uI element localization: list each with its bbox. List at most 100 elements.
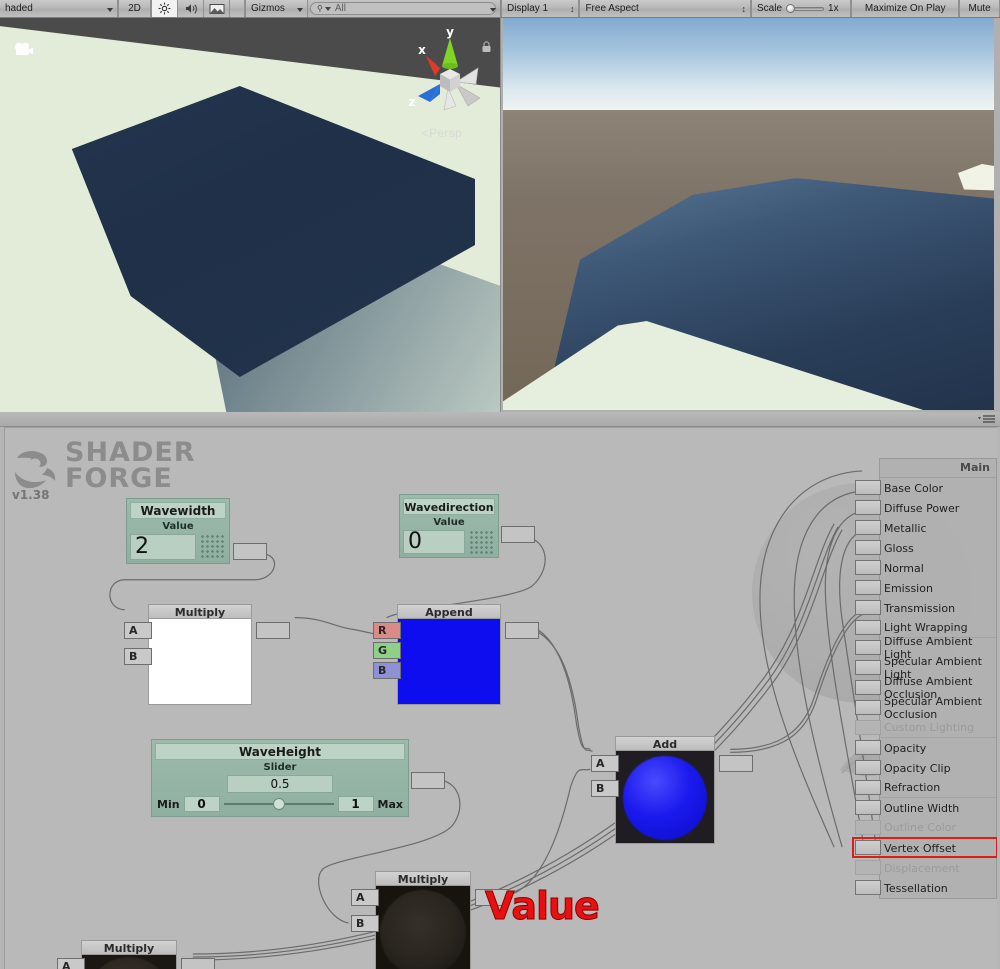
gizmos-dropdown[interactable]: Gizmos <box>246 0 308 17</box>
multiply-bottom-input-a[interactable]: A <box>57 958 85 969</box>
scale-slider-track[interactable] <box>794 6 825 11</box>
waveheight-min-field[interactable]: 0 <box>183 796 220 812</box>
waveheight-max-field[interactable]: 1 <box>337 796 374 812</box>
mute-audio-toggle[interactable]: Mute <box>960 0 1000 17</box>
wavedirection-drag-grid[interactable] <box>469 530 495 554</box>
display-dropdown[interactable]: Display 1 <box>501 0 580 17</box>
multiply-white-input-a[interactable]: A <box>124 622 152 639</box>
input-socket[interactable] <box>855 660 881 675</box>
main-row-vertex-offset[interactable]: Vertex Offset <box>852 837 997 858</box>
input-socket[interactable] <box>855 860 881 875</box>
input-socket[interactable] <box>855 720 881 735</box>
node-waveheight[interactable]: WaveHeight Slider 0.5 Min 0 1 Max <box>151 739 409 817</box>
main-row-outline-width[interactable]: Outline Width <box>855 798 996 818</box>
image-icon[interactable] <box>204 0 230 17</box>
input-socket[interactable] <box>855 540 881 555</box>
main-row-gloss[interactable]: Gloss <box>855 538 996 558</box>
main-row-normal[interactable]: Normal <box>855 558 996 578</box>
main-row-metallic[interactable]: Metallic <box>855 518 996 538</box>
input-socket[interactable] <box>855 500 881 515</box>
multiply-white-input-b[interactable]: B <box>124 648 152 665</box>
multiply-white-output-port[interactable] <box>256 622 290 639</box>
input-socket[interactable] <box>855 600 881 615</box>
main-row-transmission[interactable]: Transmission <box>855 598 996 618</box>
multiply-bottom-output-port[interactable] <box>181 958 215 969</box>
sun-icon[interactable] <box>152 0 178 17</box>
wavewidth-drag-grid[interactable] <box>200 534 226 560</box>
main-row-base-color[interactable]: Base Color <box>855 478 996 498</box>
node-wavewidth[interactable]: Wavewidth Value 2 <box>126 498 230 564</box>
add-output-port[interactable] <box>719 755 753 772</box>
node-multiply-white[interactable]: Multiply <box>148 604 252 705</box>
input-socket[interactable] <box>855 700 881 715</box>
input-socket[interactable] <box>855 620 881 635</box>
add-input-a[interactable]: A <box>591 755 619 772</box>
scale-slider-group[interactable]: Scale 1x <box>752 0 852 17</box>
input-socket[interactable] <box>855 520 881 535</box>
input-socket[interactable] <box>855 800 881 815</box>
view-orientation-gizmo[interactable]: y x z <box>404 26 490 138</box>
search-input[interactable]: ⚲ All <box>310 2 496 15</box>
aspect-dropdown[interactable]: Free Aspect <box>580 0 752 17</box>
main-row-label: Refraction <box>884 781 941 794</box>
node-subtitle: Value <box>162 521 194 532</box>
main-row-refraction[interactable]: Refraction <box>855 778 996 798</box>
node-multiply-bottom[interactable]: Multiply <box>81 940 177 969</box>
search-filter-chevron-icon[interactable] <box>324 6 331 11</box>
multiply-dark-input-b[interactable]: B <box>351 915 379 932</box>
waveheight-value-field[interactable]: 0.5 <box>227 775 333 793</box>
toggle-2d-button[interactable]: 2D <box>119 0 151 17</box>
append-input-g[interactable]: G <box>373 642 401 659</box>
wavedirection-value-field[interactable]: 0 <box>403 530 465 554</box>
main-row-custom-lighting[interactable]: Custom Lighting <box>855 718 996 738</box>
lock-icon[interactable] <box>481 40 492 53</box>
input-socket[interactable] <box>855 560 881 575</box>
node-append[interactable]: Append <box>397 604 501 705</box>
scale-slider[interactable] <box>786 4 825 13</box>
main-node-panel[interactable]: Main Base Color Diffuse Power Metallic Glos… <box>852 458 997 899</box>
main-row-outline-color[interactable]: Outline Color <box>855 818 996 838</box>
input-socket[interactable] <box>855 760 881 775</box>
input-socket[interactable] <box>855 480 881 495</box>
scene-viewport[interactable]: y x z <Persp <box>0 18 500 412</box>
add-input-b[interactable]: B <box>591 780 619 797</box>
main-row-opacity[interactable]: Opacity <box>855 738 996 758</box>
node-add[interactable]: Add <box>615 736 715 844</box>
wavewidth-value-field[interactable]: 2 <box>130 534 196 560</box>
input-socket[interactable] <box>855 740 881 755</box>
main-row-emission[interactable]: Emission <box>855 578 996 598</box>
waveheight-slider-handle[interactable] <box>272 798 285 810</box>
input-socket[interactable] <box>855 840 881 855</box>
main-row-label: Diffuse Power <box>884 501 960 515</box>
shading-mode-dropdown[interactable]: haded <box>0 0 118 17</box>
panel-options-icon[interactable] <box>977 413 997 425</box>
maximize-on-play-toggle[interactable]: Maximize On Play <box>852 0 960 17</box>
wavewidth-output-port[interactable] <box>233 543 267 560</box>
shader-forge-node-canvas[interactable]: SHADER FORGE v1.38 Wavewidth Value 2 Wav… <box>4 427 997 969</box>
main-row-tessellation[interactable]: Tessellation <box>855 878 996 898</box>
append-output-port[interactable] <box>505 622 539 639</box>
waveheight-output-port[interactable] <box>411 772 445 789</box>
waveheight-slider[interactable] <box>223 798 334 810</box>
input-socket[interactable] <box>855 640 881 655</box>
append-input-r[interactable]: R <box>373 622 401 639</box>
node-multiply-dark[interactable]: Multiply <box>375 871 471 969</box>
input-socket[interactable] <box>855 680 881 695</box>
projection-mode-label[interactable]: <Persp <box>421 126 462 140</box>
main-row-diffuse-power[interactable]: Diffuse Power <box>855 498 996 518</box>
game-viewport[interactable] <box>500 18 1000 412</box>
append-input-b[interactable]: B <box>373 662 401 679</box>
chevron-down-icon[interactable] <box>230 0 245 17</box>
input-socket[interactable] <box>855 780 881 795</box>
wavedirection-output-port[interactable] <box>501 526 535 543</box>
main-row-opacity-clip[interactable]: Opacity Clip <box>855 758 996 778</box>
input-socket[interactable] <box>855 820 881 835</box>
node-wavedirection[interactable]: Wavedirection Value 0 <box>399 494 499 558</box>
main-row-displacement[interactable]: Displacement <box>855 858 996 878</box>
main-row-specular-ambient-occlusion[interactable]: Specular Ambient Occlusion <box>855 695 996 721</box>
input-socket[interactable] <box>855 580 881 595</box>
speaker-icon[interactable] <box>178 0 204 17</box>
port-label: A <box>62 960 71 969</box>
input-socket[interactable] <box>855 880 881 895</box>
multiply-dark-input-a[interactable]: A <box>351 889 379 906</box>
